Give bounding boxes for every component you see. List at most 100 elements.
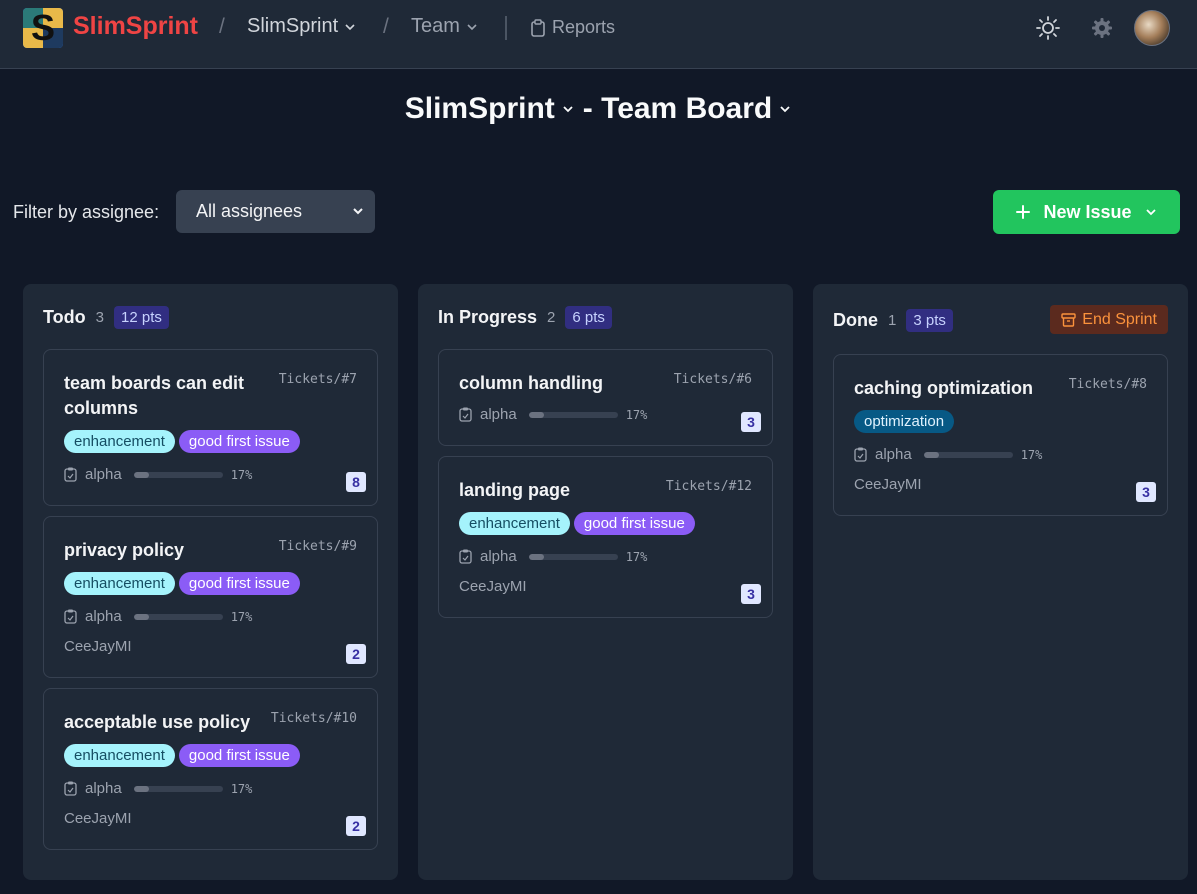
sprint-progress-percent: 17% [1020, 447, 1043, 462]
sprint-progress-bar [923, 451, 1013, 458]
card-title: landing page [459, 480, 571, 500]
column-header: Done 1 3 pts [833, 309, 953, 332]
issue-card[interactable]: caching optimization Tickets/#8 optimiza… [833, 354, 1168, 516]
settings-button[interactable] [1088, 14, 1116, 42]
team-switcher[interactable]: Team [411, 15, 478, 38]
label-enhancement[interactable]: enhancement [459, 512, 570, 535]
column-title: Todo [43, 307, 86, 327]
label-good-first-issue[interactable]: good first issue [573, 512, 695, 535]
card-assignee: CeeJayMI [459, 578, 527, 595]
card-sprint-row: alpha 17% [64, 608, 252, 625]
issue-card[interactable]: team boards can edit columns Tickets/#7 … [43, 349, 378, 506]
clipboard-check-icon [459, 407, 472, 422]
card-title: team boards can edit columns [64, 373, 245, 418]
column-todo: Todo 3 12 pts team boards can edit colum… [23, 284, 398, 880]
label-enhancement[interactable]: enhancement [64, 744, 175, 767]
card-sprint-row: alpha 17% [64, 780, 252, 797]
card-ticket-id[interactable]: Tickets/#12 [666, 479, 752, 494]
clipboard-check-icon [459, 549, 472, 564]
sprint-progress-percent: 17% [230, 781, 253, 796]
brand-name[interactable]: SlimSprint [73, 12, 198, 41]
card-labels: enhancement good first issue [64, 430, 300, 453]
column-done: Done 1 3 pts End Sprint caching optimiza… [813, 284, 1188, 880]
card-ticket-id[interactable]: Tickets/#10 [271, 711, 357, 726]
app-logo[interactable]: S [23, 8, 63, 48]
card-assignee: CeeJayMI [64, 810, 132, 827]
label-optimization[interactable]: optimization [854, 410, 955, 433]
reports-link[interactable]: Reports [530, 17, 615, 38]
project-switcher[interactable]: SlimSprint [247, 15, 356, 38]
column-header: In Progress 2 6 pts [438, 306, 612, 329]
card-sprint-name: alpha [85, 780, 122, 797]
nav-divider [505, 16, 507, 40]
theme-toggle-button[interactable] [1034, 14, 1062, 42]
sprint-progress-fill [923, 451, 939, 458]
column-in-progress: In Progress 2 6 pts column handling Tick… [418, 284, 793, 880]
logo-letter: S [30, 8, 55, 48]
end-sprint-button[interactable]: End Sprint [1050, 305, 1168, 334]
sprint-progress-percent: 17% [625, 407, 648, 422]
chevron-down-icon [780, 106, 790, 113]
label-good-first-issue[interactable]: good first issue [178, 572, 300, 595]
card-ticket-id[interactable]: Tickets/#9 [279, 539, 357, 554]
issue-card[interactable]: privacy policy Tickets/#9 enhancement go… [43, 516, 378, 678]
clipboard-check-icon [64, 609, 77, 624]
label-good-first-issue[interactable]: good first issue [178, 744, 300, 767]
label-enhancement[interactable]: enhancement [64, 430, 175, 453]
issue-card[interactable]: acceptable use policy Tickets/#10 enhanc… [43, 688, 378, 850]
label-good-first-issue[interactable]: good first issue [178, 430, 300, 453]
sprint-progress-percent: 17% [625, 549, 648, 564]
label-enhancement[interactable]: enhancement [64, 572, 175, 595]
board-project-name: SlimSprint [404, 92, 555, 125]
new-issue-button[interactable]: New Issue [993, 190, 1180, 234]
card-assignee: CeeJayMI [854, 476, 922, 493]
column-points-badge: 6 pts [565, 306, 612, 329]
column-header: Todo 3 12 pts [43, 306, 169, 329]
column-title: In Progress [438, 307, 538, 327]
assignee-filter-value: All assignees [196, 201, 303, 221]
chevron-down-icon [467, 23, 477, 30]
card-labels: enhancement good first issue [459, 512, 695, 535]
issue-card[interactable]: column handling Tickets/#6 alpha 17% 3 [438, 349, 773, 446]
sprint-progress-fill [133, 471, 149, 478]
card-title: column handling [459, 373, 603, 393]
column-points-badge: 3 pts [906, 309, 953, 332]
board-name: - Team Board [582, 92, 773, 125]
clipboard-check-icon [854, 447, 867, 462]
chevron-down-icon [1145, 209, 1156, 216]
top-navbar: S SlimSprint / SlimSprint / Team Reports [0, 0, 1197, 69]
assignee-filter-select[interactable]: All assignees [176, 190, 375, 233]
user-avatar[interactable] [1134, 10, 1170, 46]
card-title: privacy policy [64, 540, 185, 560]
card-estimate-badge: 3 [741, 412, 761, 432]
chevron-down-icon [345, 23, 355, 30]
card-ticket-id[interactable]: Tickets/#7 [279, 372, 357, 387]
archive-icon [1061, 312, 1076, 327]
card-sprint-name: alpha [480, 548, 517, 565]
card-estimate-badge: 2 [346, 816, 366, 836]
breadcrumb-separator: / [383, 15, 389, 38]
gear-icon [1092, 18, 1112, 38]
card-ticket-id[interactable]: Tickets/#8 [1069, 377, 1147, 392]
card-sprint-name: alpha [480, 406, 517, 423]
end-sprint-label: End Sprint [1082, 310, 1157, 328]
sprint-progress-bar [133, 471, 223, 478]
sprint-progress-percent: 17% [230, 467, 253, 482]
column-title: Done [833, 310, 878, 330]
clipboard-check-icon [64, 467, 77, 482]
card-sprint-name: alpha [85, 608, 122, 625]
issue-card[interactable]: landing page Tickets/#12 enhancement goo… [438, 456, 773, 618]
column-points-badge: 12 pts [114, 306, 169, 329]
chevron-down-icon [563, 106, 573, 113]
card-sprint-row: alpha 17% [64, 466, 252, 483]
filter-label: Filter by assignee: [13, 202, 160, 222]
board-title: SlimSprint - Team Board [0, 92, 1197, 126]
board-project-switcher[interactable]: SlimSprint [405, 92, 575, 126]
card-ticket-id[interactable]: Tickets/#6 [674, 372, 752, 387]
sprint-progress-bar [528, 411, 618, 418]
breadcrumb-separator: / [219, 15, 225, 38]
card-labels: enhancement good first issue [64, 572, 300, 595]
card-sprint-name: alpha [875, 446, 912, 463]
team-crumb-label: Team [411, 15, 460, 37]
board-switcher[interactable]: - Team Board [583, 92, 792, 126]
